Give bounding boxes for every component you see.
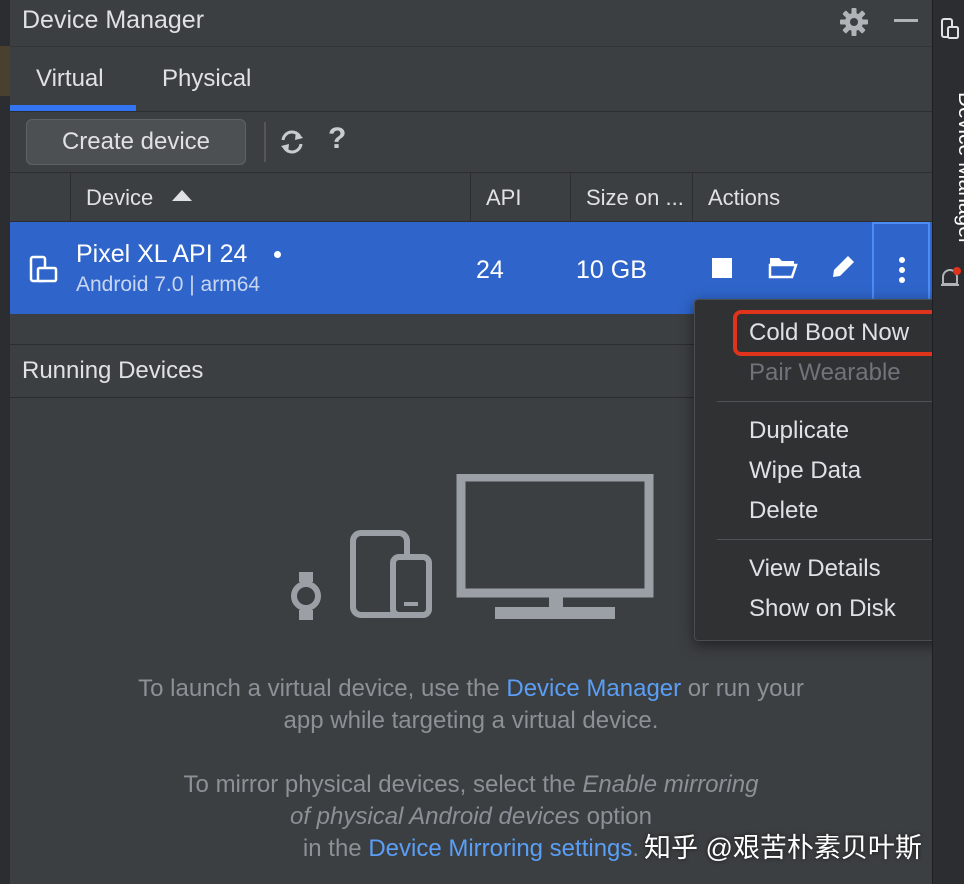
column-header-size[interactable]: Size on ...: [586, 185, 684, 211]
left-edge-accent: [0, 46, 10, 96]
column-separator: [570, 173, 571, 221]
mirror-hint-part: option: [579, 803, 652, 830]
devices-illustration: [291, 474, 654, 620]
device-name: Pixel XL API 24: [76, 240, 248, 268]
device-manager-link[interactable]: Device Manager: [506, 675, 681, 702]
column-separator: [470, 173, 471, 221]
device-manager-tool-icon[interactable]: [941, 18, 959, 40]
tool-window-header: Device Manager: [10, 0, 932, 47]
mirror-hint-part: To mirror physical devices, select the: [183, 771, 583, 798]
device-manager-tool-label[interactable]: Device Manager: [953, 92, 964, 245]
device-api: 24: [476, 256, 504, 284]
column-header-api[interactable]: API: [486, 185, 521, 211]
virtual-device-icon: [29, 255, 58, 283]
stop-icon[interactable]: [712, 258, 732, 278]
device-table-header: Device API Size on ... Actions: [10, 172, 932, 222]
left-edge-strip: [0, 0, 10, 884]
toolbar-separator: [264, 122, 266, 162]
window-title: Device Manager: [22, 6, 205, 34]
column-separator: [692, 173, 693, 221]
refresh-icon[interactable]: [278, 128, 306, 156]
menu-item-show-on-disk[interactable]: Show on Disk: [749, 595, 896, 623]
mirror-hint-emphasis: of physical Android devices: [290, 803, 580, 830]
device-subtitle: Android 7.0 | arm64: [76, 273, 261, 296]
menu-item-cold-boot-now[interactable]: Cold Boot Now: [749, 319, 909, 347]
folder-icon[interactable]: [768, 253, 798, 281]
status-dot: [274, 251, 281, 258]
right-tool-strip: Device Manager: [932, 0, 964, 884]
edit-icon[interactable]: [828, 252, 858, 282]
column-header-device[interactable]: Device: [86, 185, 153, 211]
create-device-button[interactable]: Create device: [26, 119, 246, 165]
watermark-text: 知乎 @艰苦朴素贝叶斯: [644, 833, 922, 863]
toolbar: Create device ?: [10, 112, 932, 172]
menu-item-pair-wearable: Pair Wearable: [749, 359, 901, 386]
running-devices-title: Running Devices: [22, 357, 204, 384]
device-mirroring-settings-link[interactable]: Device Mirroring settings: [368, 835, 632, 862]
notifications-icon[interactable]: [939, 266, 961, 290]
device-context-menu: Cold Boot Now Pair Wearable Duplicate Wi…: [694, 299, 964, 641]
column-separator: [70, 173, 71, 221]
tab-bar: Virtual Physical: [10, 47, 932, 112]
tab-physical[interactable]: Physical: [162, 65, 251, 93]
launch-hint-text: To launch a virtual device, use the Devi…: [10, 673, 932, 737]
menu-item-duplicate[interactable]: Duplicate: [749, 417, 849, 445]
mirror-hint-emphasis: Enable mirroring: [582, 771, 759, 798]
device-size: 10 GB: [576, 256, 647, 284]
mirror-hint-part: .: [632, 835, 640, 862]
menu-item-view-details[interactable]: View Details: [749, 555, 881, 583]
gear-icon[interactable]: [838, 6, 870, 38]
column-header-actions: Actions: [708, 185, 781, 210]
minimize-icon[interactable]: [894, 19, 918, 22]
launch-hint-part: To launch a virtual device, use the: [138, 675, 507, 702]
tab-virtual[interactable]: Virtual: [36, 65, 104, 93]
launch-hint-part: app while targeting a virtual device.: [283, 707, 659, 734]
mirror-hint-part: in the: [302, 835, 369, 862]
menu-separator: [717, 539, 953, 540]
menu-separator: [717, 401, 953, 402]
menu-item-wipe-data[interactable]: Wipe Data: [749, 457, 861, 485]
menu-item-delete[interactable]: Delete: [749, 497, 818, 525]
selected-tab-indicator: [10, 105, 136, 111]
more-vertical-icon: [899, 257, 905, 283]
sort-ascending-icon: [172, 190, 192, 201]
help-icon[interactable]: ?: [328, 122, 346, 156]
launch-hint-part: or run your: [681, 675, 804, 702]
